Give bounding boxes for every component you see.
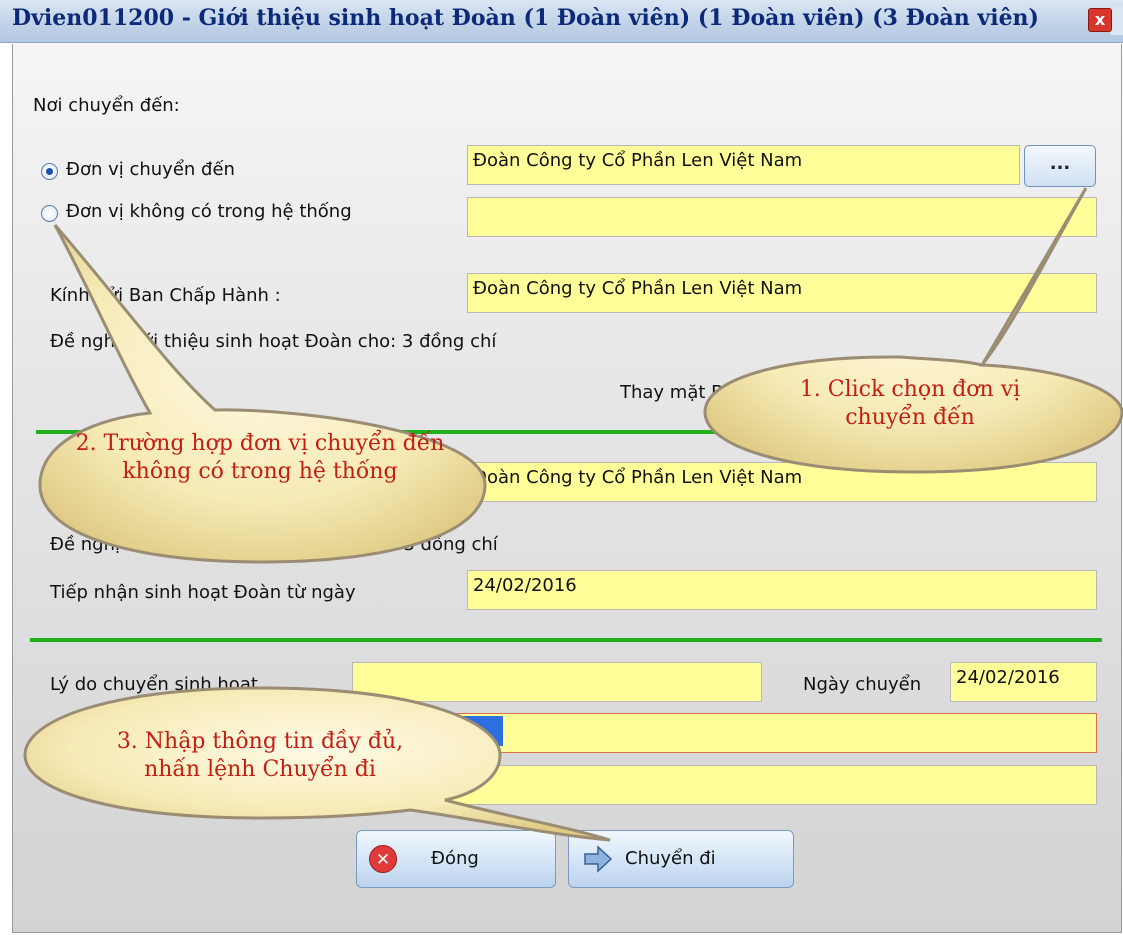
- radio-unit-not-in-system-label[interactable]: Đơn vị không có trong hệ thống: [66, 201, 352, 222]
- callout-1-text: 1. Click chọn đơn vị chuyển đến: [799, 377, 1021, 430]
- radio-unit-in-system-label[interactable]: Đơn vị chuyển đến: [66, 159, 235, 180]
- transfer-date-label: Ngày chuyển: [803, 674, 922, 695]
- window-title: Dvien011200 - Giới thiệu sinh hoạt Đoàn …: [12, 5, 1039, 31]
- reason-field[interactable]: [352, 662, 762, 702]
- close-circle-icon: ✕: [369, 845, 397, 873]
- transfer-button-label: Chuyển đi: [625, 848, 716, 869]
- radio-unit-not-in-system[interactable]: [41, 205, 58, 222]
- close-button[interactable]: ✕ Đóng: [356, 830, 556, 888]
- recipient-field[interactable]: Đoàn Công ty Cổ Phần Len Việt Nam: [467, 273, 1097, 313]
- callout-2-text: 2. Trường hợp đơn vị chuyển đến không có…: [75, 431, 445, 484]
- unit-not-in-system-field[interactable]: [467, 197, 1097, 237]
- destination-unit-field[interactable]: Đoàn Công ty Cổ Phần Len Việt Nam: [467, 145, 1020, 185]
- arrow-right-icon: [584, 845, 613, 873]
- destination-section-label: Nơi chuyển đến:: [33, 95, 180, 116]
- close-button-label: Đóng: [431, 848, 479, 869]
- reason-label: Lý do chuyển sinh hoạt: [50, 674, 258, 695]
- callout-3-text: 3. Nhập thông tin đầy đủ, nhấn lệnh Chuy…: [116, 729, 404, 782]
- radio-selected-dot: [46, 168, 53, 175]
- window-close-button[interactable]: x: [1088, 8, 1112, 32]
- title-bar[interactable]: Dvien011200 - Giới thiệu sinh hoạt Đoàn …: [0, 0, 1123, 43]
- transfer-date-field[interactable]: 24/02/2016: [950, 662, 1097, 702]
- selected-text-highlight: TN: [437, 716, 503, 746]
- on-behalf-text: Thay mặt BCH: [620, 382, 750, 403]
- note-field[interactable]: [352, 765, 1097, 805]
- receiving-unit-field[interactable]: Đoàn Công ty Cổ Phần Len Việt Nam: [467, 462, 1097, 502]
- receiving-proposal-text: Đề nghị tiếp nhận sinh hoạt Đoàn cho: 3 …: [50, 534, 498, 555]
- section-divider-2: [30, 638, 1102, 642]
- transfer-dialog: Dvien011200 - Giới thiệu sinh hoạt Đoàn …: [0, 0, 1123, 935]
- browse-unit-button[interactable]: ...: [1024, 145, 1096, 187]
- transfer-button[interactable]: Chuyển đi: [568, 830, 794, 888]
- receive-date-field[interactable]: 24/02/2016: [467, 570, 1097, 610]
- radio-unit-in-system[interactable]: [41, 163, 58, 180]
- recipient-label: Kính gửi Ban Chấp Hành :: [50, 285, 281, 306]
- proposal-text: Đề nghị giới thiệu sinh hoạt Đoàn cho: 3…: [50, 331, 497, 352]
- receive-date-label: Tiếp nhận sinh hoạt Đoàn từ ngày: [50, 582, 356, 603]
